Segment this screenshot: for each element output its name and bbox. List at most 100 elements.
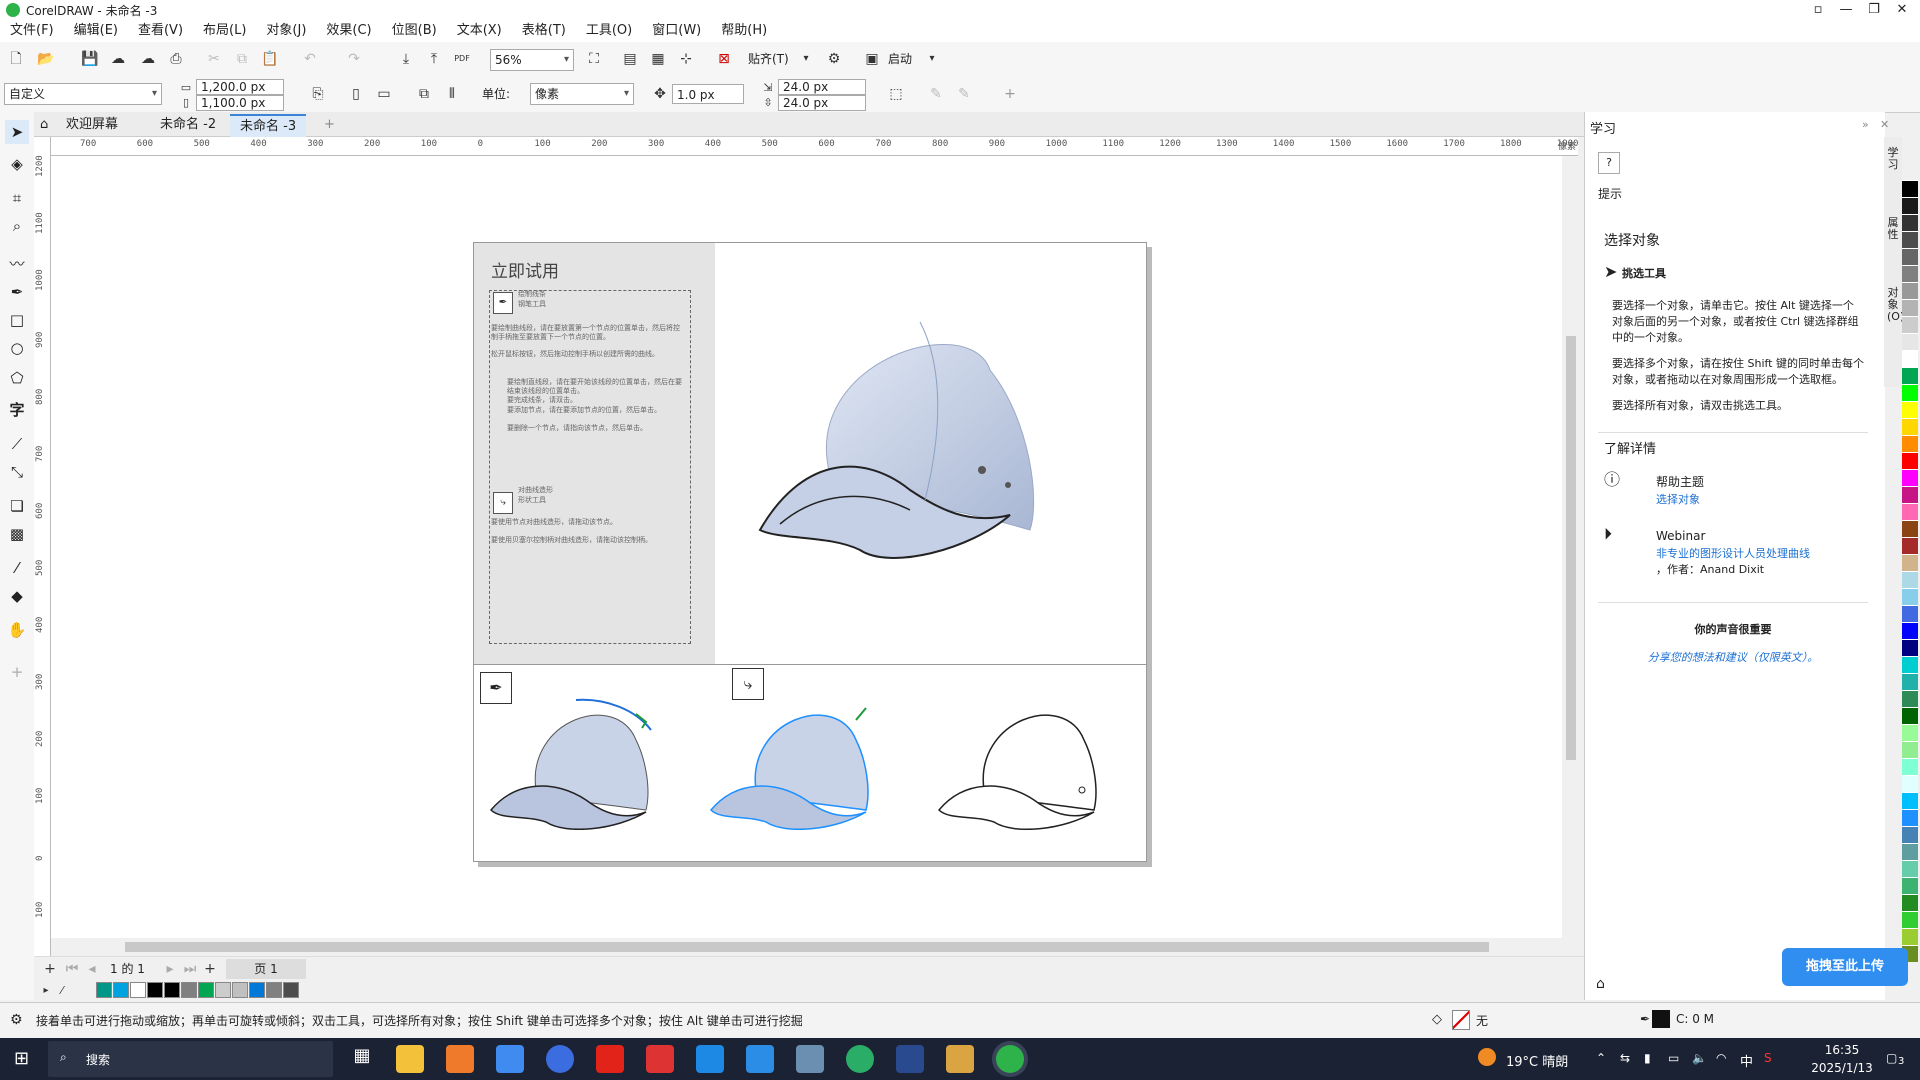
document-palette-swatch[interactable]: [215, 982, 231, 998]
palette-swatch[interactable]: [1902, 435, 1918, 452]
previous-page-icon[interactable]: ◂: [82, 959, 102, 979]
vertical-scroll-thumb[interactable]: [1566, 336, 1576, 760]
new-document-icon[interactable]: 🗋: [6, 49, 26, 69]
palette-swatch[interactable]: [1902, 775, 1918, 792]
paste-icon[interactable]: 📋: [260, 49, 280, 69]
cut-icon[interactable]: ✂: [204, 49, 224, 69]
menu-layout[interactable]: 布局(L): [193, 20, 256, 42]
fill-none-swatch[interactable]: [1452, 1010, 1470, 1030]
task-view-icon[interactable]: ▦: [348, 1045, 376, 1073]
crop-tool-icon[interactable]: ⌗: [5, 186, 29, 210]
polygon-tool-icon[interactable]: ⬠: [5, 366, 29, 390]
palette-swatch[interactable]: [1902, 690, 1918, 707]
tray-ime-indicator[interactable]: 中: [1740, 1051, 1753, 1070]
baidu-netdisk-icon[interactable]: [746, 1045, 774, 1073]
pick-tool-icon[interactable]: ➤: [5, 120, 29, 144]
tray-chevron-up-icon[interactable]: ⌃: [1596, 1051, 1606, 1065]
palette-swatch[interactable]: [1902, 503, 1918, 520]
ellipse-tool-icon[interactable]: ○: [5, 336, 29, 360]
palette-swatch[interactable]: [1902, 894, 1918, 911]
palette-swatch[interactable]: [1902, 860, 1918, 877]
outline-color-swatch[interactable]: [1652, 1010, 1670, 1028]
snap-off-icon[interactable]: ⊠: [714, 49, 734, 69]
palette-swatch[interactable]: [1902, 486, 1918, 503]
page-height-field[interactable]: 1,100.0 px: [196, 95, 284, 111]
undo-icon[interactable]: ↶: [300, 49, 320, 69]
next-page-icon[interactable]: ▸: [160, 959, 180, 979]
minimize-button[interactable]: —: [1832, 0, 1860, 20]
tab-untitled-2[interactable]: 未命名 -2: [150, 114, 226, 136]
palette-swatch[interactable]: [1902, 299, 1918, 316]
duplicate-distance-y-field[interactable]: 24.0 px: [778, 95, 866, 111]
zoom-to-page-icon[interactable]: ⛶: [584, 49, 604, 69]
palette-eyedropper-icon[interactable]: ⁄: [52, 981, 72, 1001]
treat-as-filled-icon[interactable]: ⬚: [886, 84, 906, 104]
launch-chevron-down-icon[interactable]: ▾: [922, 49, 942, 69]
artistic-media-icon[interactable]: ✒: [5, 280, 29, 304]
parallel-dimension-icon[interactable]: ⟋: [5, 432, 29, 456]
horizontal-ruler[interactable]: 700 600 500 400 300 200 100 0 100 200 300 400 500 600…: [50, 137, 1578, 156]
document-palette-swatch[interactable]: [147, 982, 163, 998]
palette-swatch[interactable]: [1902, 316, 1918, 333]
palette-swatch[interactable]: [1902, 826, 1918, 843]
palette-swatch[interactable]: [1902, 639, 1918, 656]
duplicate-distance-x-field[interactable]: 24.0 px: [778, 79, 866, 95]
document-palette-swatch[interactable]: [96, 982, 112, 998]
all-pages-icon[interactable]: ⎘: [308, 84, 328, 104]
palette-swatch[interactable]: [1902, 333, 1918, 350]
palette-swatch[interactable]: [1902, 469, 1918, 486]
show-guidelines-icon[interactable]: ⊹: [676, 49, 696, 69]
palette-swatch[interactable]: [1902, 231, 1918, 248]
last-page-icon[interactable]: ⏭: [180, 959, 200, 979]
feishu-icon[interactable]: [696, 1045, 724, 1073]
menu-edit[interactable]: 编辑(E): [64, 20, 128, 42]
document-palette-swatch[interactable]: [164, 982, 180, 998]
menu-bitmaps[interactable]: 位图(B): [382, 20, 447, 42]
palette-swatch[interactable]: [1902, 724, 1918, 741]
zoom-tool-icon[interactable]: ⌕: [5, 214, 29, 238]
palette-swatch[interactable]: [1902, 605, 1918, 622]
landscape-icon[interactable]: ▭: [374, 84, 394, 104]
coreldraw-taskbar-icon[interactable]: [996, 1045, 1024, 1073]
dock-tab-properties[interactable]: 属性: [1887, 217, 1899, 241]
full-screen-preview-icon[interactable]: ▤: [620, 49, 640, 69]
palette-swatch[interactable]: [1902, 401, 1918, 418]
zoom-level-dropdown[interactable]: 56%: [490, 49, 574, 71]
new-tab-plus-icon[interactable]: +: [314, 114, 345, 136]
show-grid-icon[interactable]: ▦: [648, 49, 668, 69]
text-tool-icon[interactable]: 字: [5, 398, 29, 422]
weather-text[interactable]: 19°C 晴朗: [1506, 1051, 1568, 1070]
palette-swatch[interactable]: [1902, 622, 1918, 639]
palette-swatch[interactable]: [1902, 877, 1918, 894]
portrait-icon[interactable]: ▯: [346, 84, 366, 104]
palette-swatch[interactable]: [1902, 707, 1918, 724]
palette-swatch[interactable]: [1902, 384, 1918, 401]
drop-shadow-icon[interactable]: ❏: [5, 494, 29, 518]
baseball-cap-image[interactable]: [740, 300, 1100, 570]
palette-swatch[interactable]: [1902, 265, 1918, 282]
open-folder-icon[interactable]: 📂: [36, 49, 56, 69]
horizontal-scroll-thumb[interactable]: [125, 942, 1489, 952]
document-palette-swatch[interactable]: [130, 982, 146, 998]
cap-step-2-image[interactable]: [706, 690, 896, 830]
smart-fill-icon[interactable]: ✋: [5, 618, 29, 642]
app-red-icon[interactable]: [646, 1045, 674, 1073]
docker-collapse-icon[interactable]: »: [1862, 118, 1869, 131]
launch-icon[interactable]: ▣: [862, 49, 882, 69]
palette-swatch[interactable]: [1902, 452, 1918, 469]
palette-swatch[interactable]: [1902, 350, 1918, 367]
shape-tool-icon[interactable]: ◈: [5, 152, 29, 176]
menu-table[interactable]: 表格(T): [512, 20, 576, 42]
add-page-plus-icon[interactable]: +: [40, 959, 60, 979]
dock-tab-learn[interactable]: 学习: [1887, 147, 1899, 171]
drag-upload-button[interactable]: 拖拽至此上传: [1782, 948, 1908, 986]
freehand-tool-icon[interactable]: 〰: [5, 252, 29, 276]
home-icon[interactable]: ⌂: [34, 114, 54, 136]
import-icon[interactable]: ⤓: [396, 49, 416, 69]
bleed-icon[interactable]: ⫴: [442, 84, 462, 104]
page-width-field[interactable]: 1,200.0 px: [196, 79, 284, 95]
palette-swatch[interactable]: [1902, 197, 1918, 214]
nudge-distance-field[interactable]: 1.0 px: [672, 84, 744, 104]
palette-swatch[interactable]: [1902, 282, 1918, 299]
add-page-end-plus-icon[interactable]: +: [200, 959, 220, 979]
